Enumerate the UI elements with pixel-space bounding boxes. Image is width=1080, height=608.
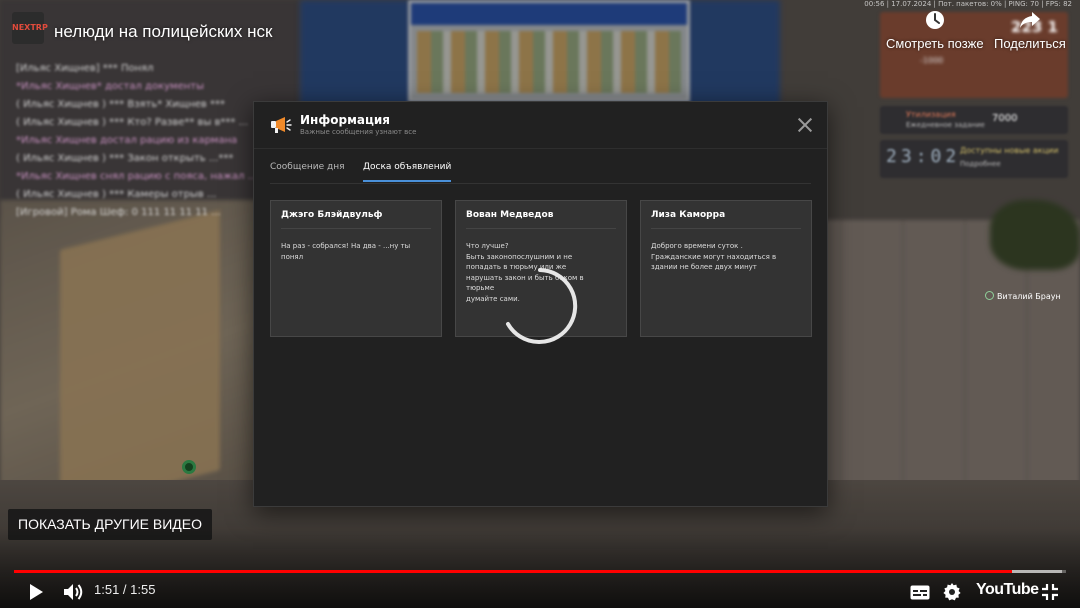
loading-spinner-icon	[506, 268, 578, 344]
share-button[interactable]: Поделиться	[994, 10, 1066, 51]
tab-announcement-board[interactable]: Доска объявлений	[363, 162, 452, 182]
chat-line: ( Ильяс Хищнев ) *** Кто? Разве** вы в**…	[16, 117, 249, 128]
close-icon[interactable]	[797, 117, 813, 133]
game-chat-log: [Ильяс Хищнев] *** Понял *Ильяс Хищнев* д…	[16, 60, 257, 222]
settings-button[interactable]	[940, 580, 964, 604]
announcement-card[interactable]: Лиза Каморра Доброго времени суток . Гра…	[640, 200, 812, 337]
chat-line: [Игровой] Рома Шеф: 0 111 11 11 11 ...	[16, 207, 221, 218]
announcement-text: Доброго времени суток . Гражданские могу…	[651, 242, 777, 271]
youtube-logo-link[interactable]: YouTube	[976, 581, 1039, 599]
progress-played	[14, 570, 1013, 573]
voice-icon	[985, 291, 994, 300]
chat-line: ( Ильяс Хищнев ) *** Закон открыть ...**…	[16, 153, 234, 164]
volume-icon	[64, 584, 83, 600]
announcement-author: Вован Медведов	[466, 210, 554, 220]
nearby-player-tag: Виталий Браун	[985, 291, 1061, 301]
player-money-change: -1000	[920, 56, 944, 65]
time-separator: /	[119, 582, 131, 597]
megaphone-icon	[271, 117, 292, 133]
dialog-tabs: Сообщение дня Доска объявлений	[270, 162, 811, 184]
channel-avatar[interactable]: NEXTRP	[12, 12, 48, 44]
total-time: 1:55	[130, 582, 156, 597]
fullscreen-exit-icon	[1042, 584, 1058, 600]
share-icon	[1019, 12, 1040, 28]
card-divider	[281, 228, 431, 229]
announcement-author: Лиза Каморра	[651, 210, 726, 220]
play-button[interactable]	[24, 580, 48, 604]
game-status-bar: 00:56 | 17.07.2024 | Пот. пакетов: 0% | …	[864, 0, 1072, 8]
promo-timer-digits: 23:02	[886, 146, 961, 167]
daily-task-reward: 7000	[992, 113, 1018, 124]
daily-task-utilization: Утилизация Ежедневное задание 7000	[880, 106, 1068, 134]
chat-line: [Ильяс Хищнев] *** Понял	[16, 63, 154, 74]
dialog-title: Информация	[300, 113, 390, 127]
chat-line: ( Ильяс Хищнев ) *** Камеры отрыв ...	[16, 189, 217, 200]
chat-line: *Ильяс Хищнев снял рацию с пояса, нажал …	[16, 171, 258, 182]
share-label: Поделиться	[994, 36, 1066, 51]
subtitles-button[interactable]	[908, 580, 932, 604]
daily-task-title: Утилизация	[906, 110, 956, 119]
play-icon	[30, 584, 43, 600]
dialog-subtitle: Важные сообщения узнают все	[300, 128, 417, 136]
promo-subtitle: Подробнее	[960, 160, 1001, 168]
card-divider	[466, 228, 616, 229]
chat-line: *Ильяс Хищнев достал рацию из кармана	[16, 135, 238, 146]
card-divider	[651, 228, 801, 229]
promo-title: Доступны новые акции	[960, 146, 1059, 155]
video-title[interactable]: нелюди на полицейских нск	[54, 22, 272, 42]
chat-line: *Ильяс Хищнев* достал документы	[16, 81, 204, 92]
chat-line: ( Ильяс Хищнев ) *** Взять* Хищнев ***	[16, 99, 225, 110]
time-display: 1:51 / 1:55	[94, 582, 155, 597]
clock-icon	[925, 11, 944, 29]
gear-icon	[943, 583, 961, 601]
announcement-card[interactable]: Джэго Блэйдвульф На раз - собрался! На д…	[270, 200, 442, 337]
daily-task-subtitle: Ежедневное задание	[906, 121, 985, 129]
promo-timer: 23:02 Доступны новые акции Подробнее	[880, 140, 1068, 178]
announcement-text: На раз - собрался! На два - ...ну ты пон…	[281, 242, 411, 261]
nearby-player-name: Виталий Браун	[997, 292, 1061, 301]
mute-button[interactable]	[62, 580, 86, 604]
current-time: 1:51	[94, 582, 120, 597]
watch-later-button[interactable]: Смотреть позже	[886, 10, 984, 51]
fullscreen-exit-button[interactable]	[1038, 580, 1062, 604]
watch-later-label: Смотреть позже	[886, 36, 984, 51]
tab-message-of-day[interactable]: Сообщение дня	[270, 162, 345, 181]
progress-bar[interactable]	[14, 570, 1066, 573]
dialog-header: Информация Важные сообщения узнают все	[254, 102, 827, 149]
announcement-author: Джэго Блэйдвульф	[281, 210, 383, 220]
subtitles-icon	[910, 585, 930, 599]
